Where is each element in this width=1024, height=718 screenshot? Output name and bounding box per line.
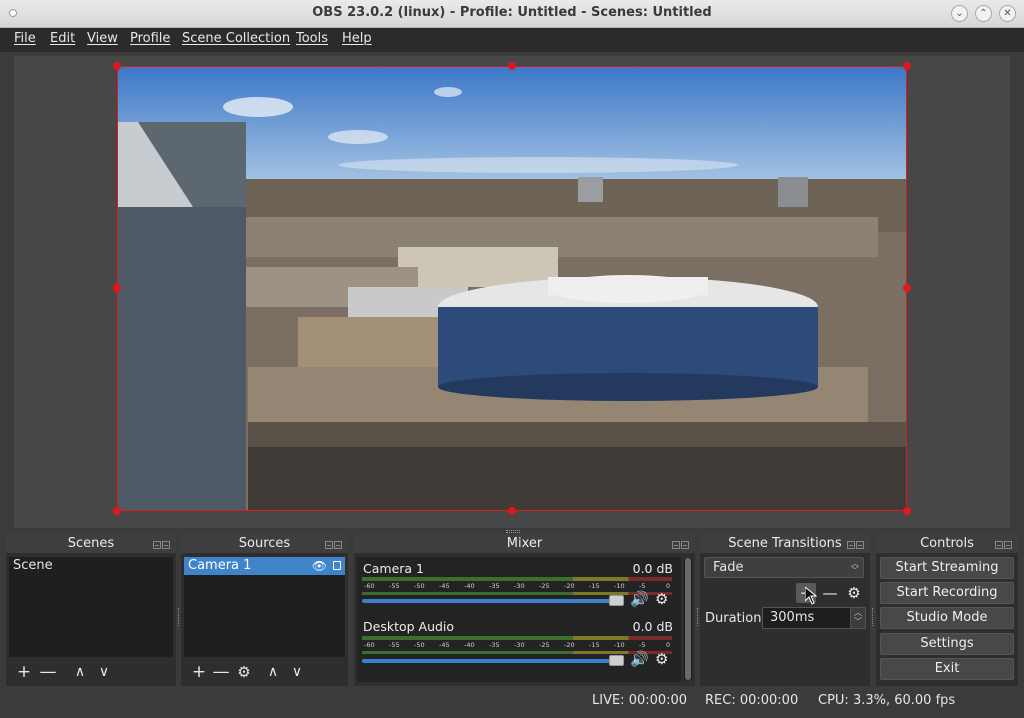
start-recording-button[interactable]: Start Recording bbox=[880, 582, 1014, 604]
menu-help[interactable]: Help bbox=[342, 31, 372, 46]
channel-gear-icon[interactable]: ⚙ bbox=[655, 590, 668, 608]
duration-label: Duration bbox=[705, 611, 762, 626]
remove-scene-button[interactable]: — bbox=[39, 663, 57, 681]
audio-meter-secondary bbox=[362, 592, 672, 595]
source-item-label: Camera 1 bbox=[188, 558, 252, 573]
resize-handle-br[interactable] bbox=[903, 507, 911, 515]
exit-button[interactable]: Exit bbox=[880, 658, 1014, 680]
remove-source-button[interactable]: — bbox=[212, 663, 230, 681]
resize-handle-tr[interactable] bbox=[903, 62, 911, 70]
resize-handle-left[interactable] bbox=[113, 284, 121, 292]
mixer-channel-db: 0.0 dB bbox=[632, 619, 673, 634]
add-scene-button[interactable]: + bbox=[15, 663, 33, 681]
channel-gear-icon[interactable]: ⚙ bbox=[655, 650, 668, 668]
resize-handle-bl[interactable] bbox=[113, 507, 121, 515]
sources-toolbar: + — ⚙ ∧ ∨ bbox=[184, 661, 345, 683]
scene-transitions-title: Scene Transitions bbox=[700, 534, 870, 553]
dock-float-close-icons[interactable] bbox=[846, 538, 866, 549]
status-cpu: CPU: 3.3%, 60.00 fps bbox=[818, 693, 956, 708]
mixer-channel-db: 0.0 dB bbox=[632, 561, 673, 576]
mixer-channel-name: Desktop Audio bbox=[363, 619, 455, 634]
menu-view[interactable]: View bbox=[87, 31, 118, 46]
scenes-dock: Scenes Scene + — ∧ ∨ bbox=[6, 534, 176, 686]
menu-profile[interactable]: Profile bbox=[130, 31, 170, 46]
meter-scale: -60 -55 -50 -45 -40 -35 -30 -25 -20 -15 -10 -5 0 bbox=[364, 582, 671, 590]
audio-meter-secondary bbox=[362, 651, 672, 654]
dock-grip[interactable] bbox=[697, 608, 699, 626]
source-item-camera[interactable]: Camera 1 👁 bbox=[184, 557, 345, 575]
transition-select-value: Fade bbox=[713, 560, 744, 575]
speaker-icon[interactable]: 🔊 bbox=[630, 650, 649, 668]
transition-properties-gear-icon[interactable]: ⚙ bbox=[844, 583, 864, 603]
duration-value: 300ms bbox=[770, 610, 815, 625]
camera-source-preview[interactable] bbox=[117, 66, 907, 511]
resize-handle-right[interactable] bbox=[903, 284, 911, 292]
volume-slider-knob[interactable] bbox=[609, 655, 624, 666]
dock-float-close-icons[interactable] bbox=[994, 538, 1014, 549]
mixer-title: Mixer bbox=[354, 534, 695, 553]
scene-item[interactable]: Scene bbox=[9, 557, 173, 575]
add-source-button[interactable]: + bbox=[190, 663, 208, 681]
move-scene-down-button[interactable]: ∨ bbox=[95, 663, 113, 681]
dock-float-close-icons[interactable] bbox=[152, 538, 172, 549]
volume-slider[interactable] bbox=[362, 599, 624, 603]
resize-handle-tl[interactable] bbox=[113, 62, 121, 70]
eye-icon[interactable]: 👁 bbox=[312, 557, 327, 575]
scene-transitions-dock: Scene Transitions Fade ︿﹀ + — ⚙ Duration… bbox=[700, 534, 870, 686]
dock-grip[interactable] bbox=[872, 608, 874, 626]
mixer-dock: Mixer Camera 1 0.0 dB -60 -55 -50 -45 -40 -35… bbox=[354, 534, 695, 686]
mixer-channel-name: Camera 1 bbox=[363, 561, 424, 576]
volume-slider[interactable] bbox=[362, 659, 624, 663]
move-source-down-button[interactable]: ∨ bbox=[288, 663, 306, 681]
status-live: LIVE: 00:00:00 bbox=[592, 693, 688, 708]
dock-grip[interactable] bbox=[178, 608, 180, 626]
scenes-toolbar: + — ∧ ∨ bbox=[9, 661, 173, 683]
controls-dock: Controls Start Streaming Start Recording… bbox=[876, 534, 1018, 686]
maximize-button[interactable]: ⌃ bbox=[975, 5, 992, 22]
chevron-updown-icon: ︿ ﹀ bbox=[851, 559, 859, 575]
studio-mode-button[interactable]: Studio Mode bbox=[880, 607, 1014, 629]
resize-handle-top[interactable] bbox=[508, 62, 516, 70]
resize-handle-bottom[interactable] bbox=[508, 507, 516, 515]
remove-transition-button[interactable]: — bbox=[820, 583, 840, 603]
move-scene-up-button[interactable]: ∧ bbox=[71, 663, 89, 681]
source-properties-gear-icon[interactable]: ⚙ bbox=[235, 663, 253, 681]
mouse-cursor-icon bbox=[805, 587, 817, 605]
menu-tools[interactable]: Tools bbox=[296, 31, 328, 46]
scenes-list[interactable]: Scene bbox=[9, 557, 173, 657]
start-streaming-button[interactable]: Start Streaming bbox=[880, 557, 1014, 579]
dock-float-close-icons[interactable] bbox=[671, 538, 691, 549]
speaker-icon[interactable]: 🔊 bbox=[630, 590, 649, 608]
dock-float-close-icons[interactable] bbox=[324, 538, 344, 549]
meter-scale: -60 -55 -50 -45 -40 -35 -30 -25 -20 -15 -10 -5 0 bbox=[364, 641, 671, 649]
spin-arrows-icon[interactable]: ︿ ﹀ bbox=[850, 607, 866, 629]
close-button[interactable]: ✕ bbox=[999, 5, 1016, 22]
transition-select[interactable]: Fade ︿ ﹀ bbox=[704, 557, 864, 578]
menu-file[interactable]: File bbox=[14, 31, 36, 46]
mixer-scrollbar[interactable] bbox=[684, 558, 692, 680]
settings-button[interactable]: Settings bbox=[880, 633, 1014, 655]
sources-dock: Sources Camera 1 👁 + — ⚙ ∧ ∨ bbox=[181, 534, 348, 686]
status-rec: REC: 00:00:00 bbox=[705, 693, 799, 708]
window-title: OBS 23.0.2 (linux) - Profile: Untitled -… bbox=[312, 5, 712, 20]
dock-splitter-handle[interactable] bbox=[506, 530, 520, 533]
menu-bar: File Edit View Profile Scene Collection … bbox=[0, 28, 1024, 52]
volume-slider-knob[interactable] bbox=[609, 595, 624, 606]
duration-spinbox[interactable]: 300ms ︿ ﹀ bbox=[762, 607, 866, 629]
title-bar: OBS 23.0.2 (linux) - Profile: Untitled -… bbox=[0, 0, 1024, 28]
move-source-up-button[interactable]: ∧ bbox=[264, 663, 282, 681]
scenes-title: Scenes bbox=[6, 534, 176, 553]
minimize-button[interactable]: ⌄ bbox=[951, 5, 968, 22]
aerial-city-image bbox=[118, 67, 906, 510]
sources-title: Sources bbox=[181, 534, 348, 553]
mixer-channels: Camera 1 0.0 dB -60 -55 -50 -45 -40 -35 -30 -25… bbox=[357, 557, 681, 682]
menu-scene-collection[interactable]: Scene Collection bbox=[182, 31, 290, 46]
sources-list[interactable]: Camera 1 👁 bbox=[184, 557, 345, 657]
menu-edit[interactable]: Edit bbox=[50, 31, 75, 46]
audio-meter bbox=[362, 636, 672, 640]
lock-icon[interactable] bbox=[333, 561, 341, 570]
audio-meter bbox=[362, 577, 672, 581]
